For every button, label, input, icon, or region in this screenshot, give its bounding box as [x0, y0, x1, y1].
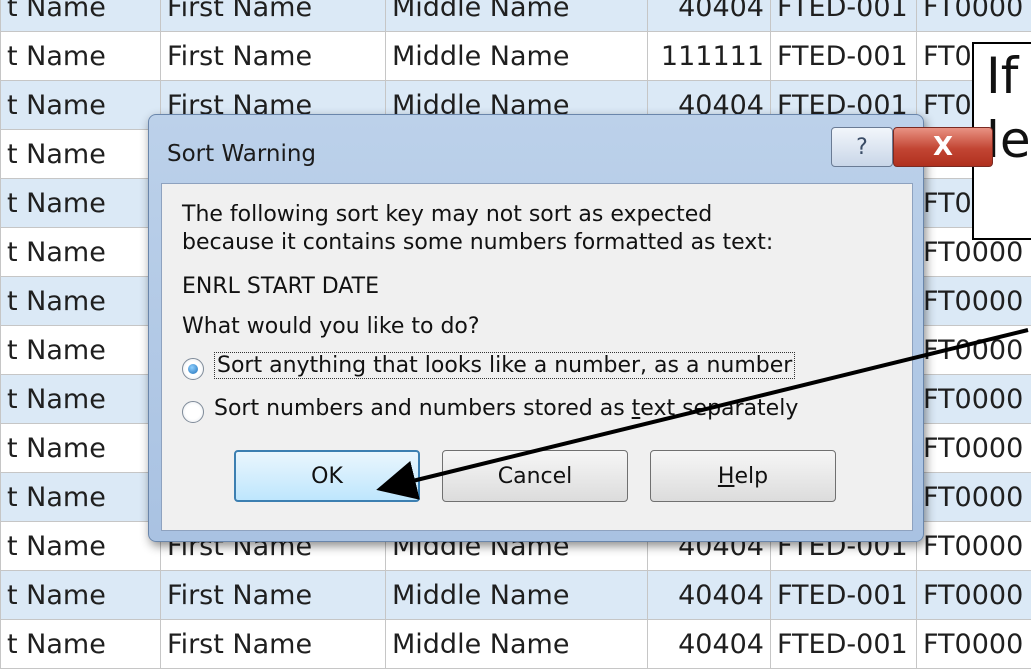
- table-cell[interactable]: t Name: [1, 277, 161, 326]
- ok-button[interactable]: OK: [234, 450, 420, 502]
- table-cell[interactable]: FT0000: [917, 277, 1031, 326]
- table-cell[interactable]: Middle Name: [386, 0, 648, 32]
- table-cell[interactable]: t Name: [1, 571, 161, 620]
- option-sort-as-number-label[interactable]: Sort anything that looks like a number, …: [214, 352, 795, 379]
- table-row: t NameFirst NameMiddle Name111111FTED-00…: [1, 32, 1031, 81]
- table-cell[interactable]: FT0000: [917, 522, 1031, 571]
- table-cell[interactable]: FT0000: [917, 571, 1031, 620]
- help-icon[interactable]: ?: [831, 127, 893, 167]
- table-cell[interactable]: Middle Name: [386, 620, 648, 669]
- table-cell[interactable]: FT0000: [917, 424, 1031, 473]
- table-cell[interactable]: 40404: [648, 620, 771, 669]
- table-cell[interactable]: t Name: [1, 179, 161, 228]
- cancel-button[interactable]: Cancel: [442, 450, 628, 502]
- table-cell[interactable]: Middle Name: [386, 32, 648, 81]
- table-row: t NameFirst NameMiddle Name40404FTED-001…: [1, 0, 1031, 32]
- question-text: What would you like to do?: [182, 314, 480, 339]
- radio-sort-as-number[interactable]: [182, 358, 204, 380]
- table-cell[interactable]: t Name: [1, 424, 161, 473]
- help-button[interactable]: Help: [650, 450, 836, 502]
- table-cell[interactable]: First Name: [161, 0, 386, 32]
- table-cell[interactable]: t Name: [1, 620, 161, 669]
- table-cell[interactable]: 40404: [648, 0, 771, 32]
- table-cell[interactable]: t Name: [1, 81, 161, 130]
- table-cell[interactable]: FTED-001: [771, 620, 917, 669]
- option2-text-pre: Sort numbers and numbers stored as: [214, 396, 632, 421]
- table-row: t NameFirst NameMiddle Name40404FTED-001…: [1, 620, 1031, 669]
- table-cell[interactable]: First Name: [161, 571, 386, 620]
- message-line-1: The following sort key may not sort as e…: [182, 202, 712, 227]
- table-cell[interactable]: FT0000: [917, 620, 1031, 669]
- option-sort-separately-label[interactable]: Sort numbers and numbers stored as text …: [214, 396, 798, 421]
- table-cell[interactable]: FT0000: [917, 326, 1031, 375]
- option2-text-post: ext separately: [640, 396, 798, 421]
- table-cell[interactable]: t Name: [1, 326, 161, 375]
- table-cell[interactable]: First Name: [161, 32, 386, 81]
- table-cell[interactable]: t Name: [1, 375, 161, 424]
- help-accel: H: [718, 464, 735, 489]
- option2-accel: t: [632, 396, 641, 421]
- callout-line-1: If: [974, 44, 1031, 108]
- help-label-rest: elp: [734, 464, 768, 489]
- dialog-title: Sort Warning: [167, 141, 316, 167]
- table-cell[interactable]: FT0000: [917, 375, 1031, 424]
- table-cell[interactable]: t Name: [1, 522, 161, 571]
- sort-key-name: ENRL START DATE: [182, 274, 379, 299]
- table-row: t NameFirst NameMiddle Name40404FTED-001…: [1, 571, 1031, 620]
- table-cell[interactable]: 40404: [648, 571, 771, 620]
- sort-warning-dialog: Sort Warning ? X The following sort key …: [148, 114, 924, 542]
- table-cell[interactable]: t Name: [1, 228, 161, 277]
- table-cell[interactable]: t Name: [1, 0, 161, 32]
- table-cell[interactable]: 111111: [648, 32, 771, 81]
- table-cell[interactable]: FTED-001: [771, 0, 917, 32]
- message-line-2: because it contains some numbers formatt…: [182, 230, 773, 255]
- table-cell[interactable]: Middle Name: [386, 571, 648, 620]
- radio-sort-separately[interactable]: [182, 401, 204, 423]
- table-cell[interactable]: t Name: [1, 473, 161, 522]
- close-icon[interactable]: X: [893, 127, 993, 167]
- table-cell[interactable]: FTED-001: [771, 32, 917, 81]
- table-cell[interactable]: FTED-001: [771, 571, 917, 620]
- table-cell[interactable]: FT0000: [917, 473, 1031, 522]
- dialog-body: The following sort key may not sort as e…: [161, 183, 913, 531]
- table-cell[interactable]: t Name: [1, 130, 161, 179]
- table-cell[interactable]: FT0000: [917, 0, 1031, 32]
- table-cell[interactable]: First Name: [161, 620, 386, 669]
- table-cell[interactable]: t Name: [1, 32, 161, 81]
